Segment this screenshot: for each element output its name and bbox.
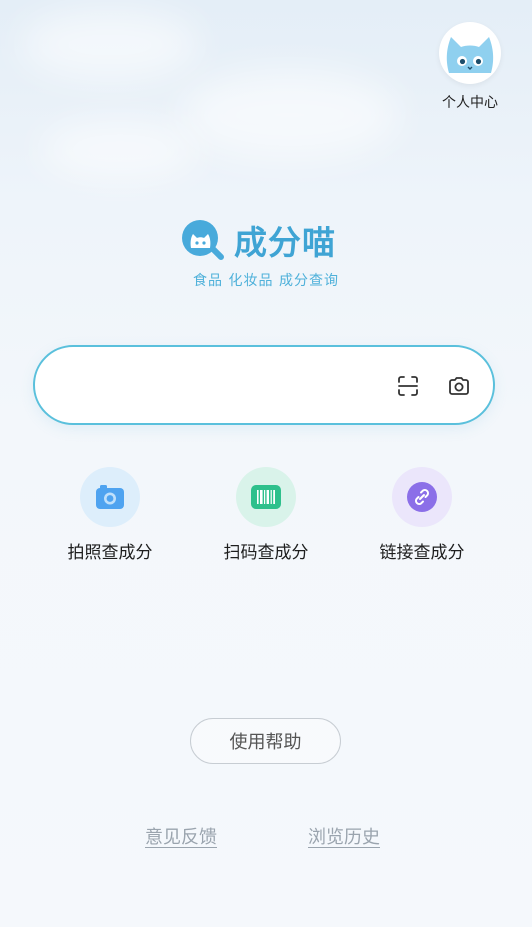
camera-icon[interactable] xyxy=(447,374,471,398)
action-label[interactable]: 链接查成分 xyxy=(362,538,482,563)
action-icon-circle[interactable] xyxy=(80,467,140,527)
cat-magnifier-logo-icon xyxy=(182,220,224,260)
link-icon xyxy=(407,482,437,512)
barcode-icon xyxy=(251,485,281,509)
link-ingredient-button[interactable]: 链接查成分 xyxy=(362,467,482,563)
feedback-link[interactable]: 意见反馈 xyxy=(145,823,217,849)
action-label[interactable]: 扫码查成分 xyxy=(206,538,326,563)
photo-ingredient-button[interactable]: 拍照查成分 xyxy=(50,467,170,563)
help-button[interactable]: 使用帮助 xyxy=(190,718,341,764)
app-name: 成分喵 xyxy=(234,223,336,262)
background-cloud xyxy=(180,70,400,160)
action-icon-circle[interactable] xyxy=(236,467,296,527)
background-cloud xyxy=(20,10,200,80)
history-link[interactable]: 浏览历史 xyxy=(308,823,380,849)
avatar[interactable] xyxy=(439,22,501,84)
tagline: 食品 化妆品 成分查询 xyxy=(193,273,339,289)
action-icon-circle[interactable] xyxy=(392,467,452,527)
scan-ingredient-button[interactable]: 扫码查成分 xyxy=(206,467,326,563)
profile-center-button[interactable]: 个人中心 xyxy=(436,22,504,112)
profile-label[interactable]: 个人中心 xyxy=(436,92,504,112)
cat-avatar-icon xyxy=(446,37,494,73)
background-cloud xyxy=(40,120,200,180)
search-bar[interactable] xyxy=(33,345,495,425)
search-input[interactable] xyxy=(63,369,387,403)
brand-logo: 成分喵 xyxy=(180,216,360,262)
scan-icon[interactable] xyxy=(396,374,420,398)
camera-icon xyxy=(96,485,124,509)
action-label[interactable]: 拍照查成分 xyxy=(50,538,170,563)
